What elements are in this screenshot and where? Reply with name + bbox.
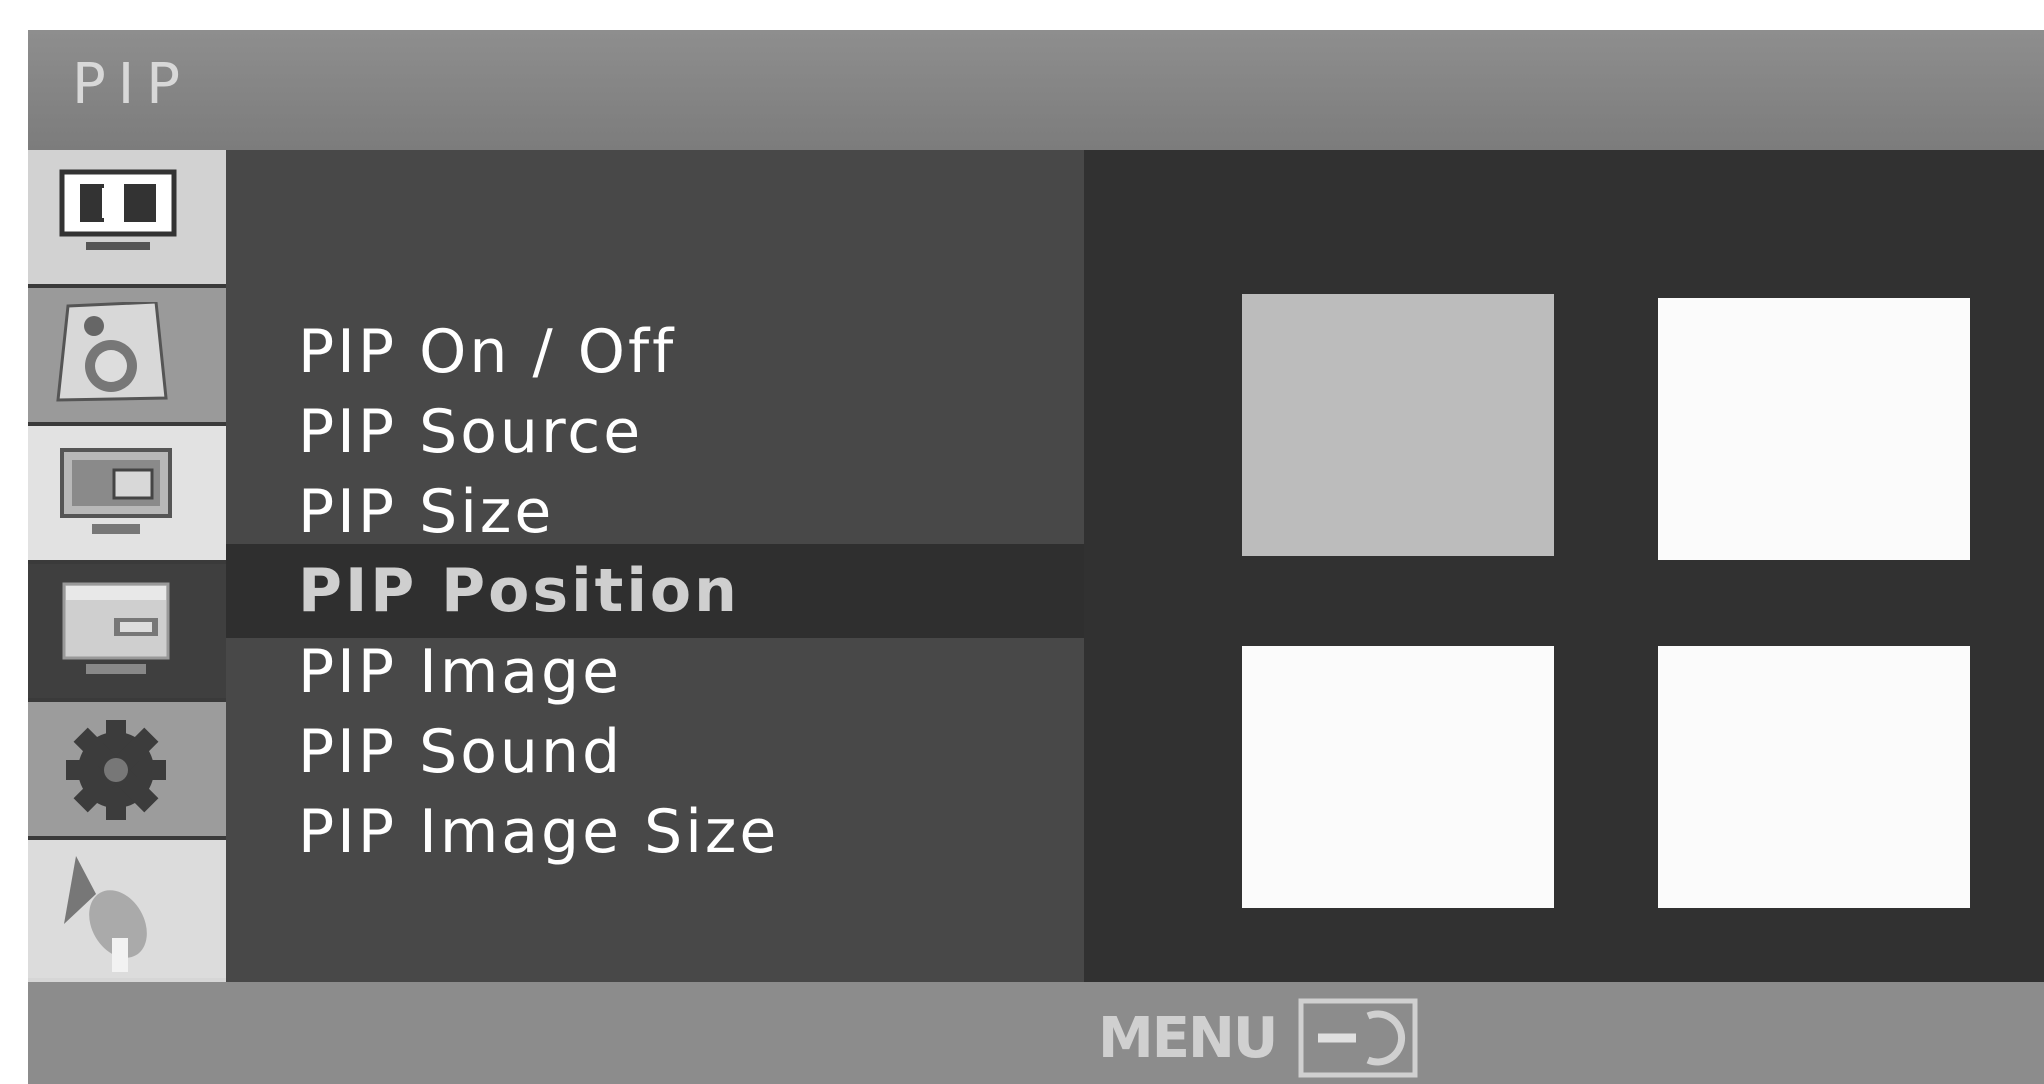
screen-icon — [62, 582, 170, 674]
sidebar-tab-pip[interactable] — [28, 426, 226, 564]
menu-item-label: PIP Size — [298, 477, 555, 547]
menu-item-pip-image-size[interactable]: PIP Image Size — [226, 792, 1084, 872]
menu-panel: PIP On / Off PIP Source PIP Size PIP Pos… — [226, 150, 1084, 982]
menu-title: PIP — [72, 52, 193, 117]
osd-menu-window: PIP PIP On / Off PIP Source PIP Size PIP… — [28, 30, 2044, 1084]
menu-return-button[interactable]: MENU — [1098, 998, 1418, 1078]
menu-item-pip-on-off[interactable]: PIP On / Off — [226, 312, 1084, 392]
sidebar-tab-sound[interactable] — [28, 288, 226, 426]
speaker-icon — [56, 302, 168, 402]
picture-icon — [59, 169, 177, 250]
return-icon — [1298, 998, 1418, 1078]
footer-bar: MENU — [28, 982, 2044, 1084]
pip-position-bottom-left[interactable] — [1242, 646, 1554, 908]
menu-item-pip-source[interactable]: PIP Source — [226, 392, 1084, 472]
menu-item-label: PIP Sound — [298, 717, 624, 787]
menu-item-label: PIP Position — [298, 556, 740, 626]
satellite-icon — [64, 856, 147, 972]
pip-position-top-left[interactable] — [1242, 294, 1554, 556]
menu-item-label: PIP On / Off — [298, 317, 677, 387]
menu-item-label: PIP Image Size — [298, 797, 780, 867]
pip-position-bottom-right[interactable] — [1658, 646, 1970, 908]
sidebar-tab-option[interactable] — [28, 702, 226, 840]
menu-item-pip-position[interactable]: PIP Position — [226, 544, 1084, 638]
sidebar — [28, 150, 226, 982]
pip-icon — [60, 448, 172, 534]
menu-key-label: MENU — [1098, 1005, 1278, 1071]
sidebar-tab-setup[interactable] — [28, 840, 226, 978]
pip-position-preview — [1084, 150, 2044, 982]
menu-item-label: PIP Source — [298, 397, 644, 467]
menu-item-pip-sound[interactable]: PIP Sound — [226, 712, 1084, 792]
menu-item-pip-size[interactable]: PIP Size — [226, 472, 1084, 552]
gear-icon — [66, 720, 166, 820]
sidebar-tab-picture[interactable] — [28, 150, 226, 288]
menu-item-label: PIP Image — [298, 637, 623, 707]
menu-item-pip-image[interactable]: PIP Image — [226, 632, 1084, 712]
title-bar: PIP — [28, 30, 2044, 150]
sidebar-tab-screen[interactable] — [28, 564, 226, 702]
pip-position-top-right[interactable] — [1658, 298, 1970, 560]
